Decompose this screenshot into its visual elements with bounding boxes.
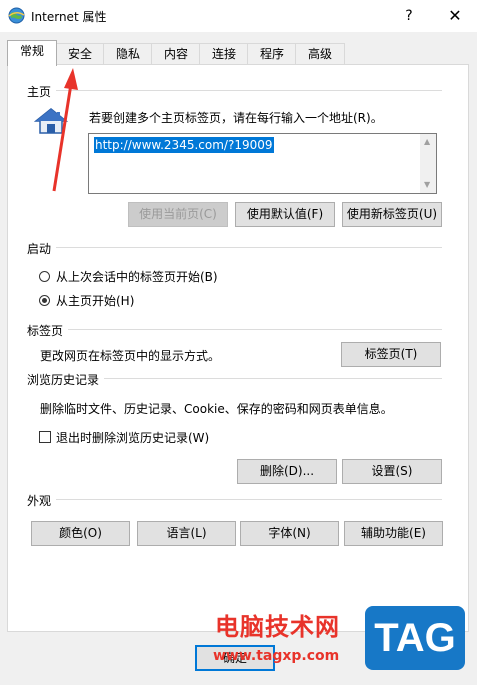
tabs-description: 更改网页在标签页中的显示方式。 [40,349,221,363]
tab-content[interactable]: 内容 [151,43,201,65]
radio-home[interactable] [39,295,50,306]
tab-programs[interactable]: 程序 [247,43,297,65]
tab-connections[interactable]: 连接 [199,43,249,65]
internet-options-window: Internet 属性 ? ✕ 常规 安全 隐私 内容 连接 程序 高级 主页 … [0,0,477,685]
tabs-settings-button[interactable]: 标签页(T) [341,342,441,367]
radio-last-session-label[interactable]: 从上次会话中的标签页开始(B) [56,268,218,285]
use-new-tab-button[interactable]: 使用新标签页(U) [342,202,442,227]
colors-button[interactable]: 颜色(O) [31,521,130,546]
title-bar: Internet 属性 ? ✕ [0,0,477,32]
startup-divider [56,247,442,248]
watermark-site-name: 电脑技术网 [215,613,340,641]
homepage-divider [56,90,442,91]
use-default-button[interactable]: 使用默认值(F) [235,202,335,227]
appearance-section-title: 外观 [27,494,52,508]
homepage-url-textarea[interactable]: http://www.2345.com/?19009 ▲ ▼ [88,133,437,194]
close-button[interactable]: ✕ [440,4,470,28]
languages-button[interactable]: 语言(L) [137,521,236,546]
radio-home-selected-dot [42,298,47,303]
fonts-button[interactable]: 字体(N) [240,521,339,546]
homepage-url-value: http://www.2345.com/?19009 [94,137,274,153]
tabs-section-title: 标签页 [27,324,64,338]
watermark-tag-logo: TAG [365,606,465,670]
annotation-arrow-icon [52,68,78,192]
delete-on-exit-label[interactable]: 退出时删除浏览历史记录(W) [56,429,209,446]
radio-last-session[interactable] [39,271,50,282]
tab-privacy[interactable]: 隐私 [103,43,153,65]
homepage-instruction: 若要创建多个主页标签页，请在每行输入一个地址(R)。 [89,111,383,125]
tab-security[interactable]: 安全 [55,43,105,65]
radio-home-label[interactable]: 从主页开始(H) [56,292,134,309]
appearance-divider [56,499,442,500]
window-title: Internet 属性 [31,10,107,24]
use-current-button[interactable]: 使用当前页(C) [128,202,228,227]
delete-history-button[interactable]: 删除(D)... [237,459,337,484]
help-button[interactable]: ? [394,4,424,28]
url-scrollbar[interactable]: ▲ ▼ [420,134,436,193]
watermark-site-url: www.tagxp.com [213,648,340,664]
history-divider [104,378,442,379]
scroll-up-icon[interactable]: ▲ [424,137,430,146]
internet-globe-icon [8,7,25,24]
tab-general[interactable]: 常规 [7,40,57,66]
scroll-down-icon[interactable]: ▼ [424,180,430,189]
history-section-title: 浏览历史记录 [27,373,100,387]
history-settings-button[interactable]: 设置(S) [342,459,442,484]
tabs-divider [68,329,442,330]
startup-section-title: 启动 [27,242,52,256]
accessibility-button[interactable]: 辅助功能(E) [344,521,443,546]
delete-on-exit-checkbox[interactable] [39,431,51,443]
history-description: 删除临时文件、历史记录、Cookie、保存的密码和网页表单信息。 [40,402,393,416]
tab-advanced[interactable]: 高级 [295,43,345,65]
